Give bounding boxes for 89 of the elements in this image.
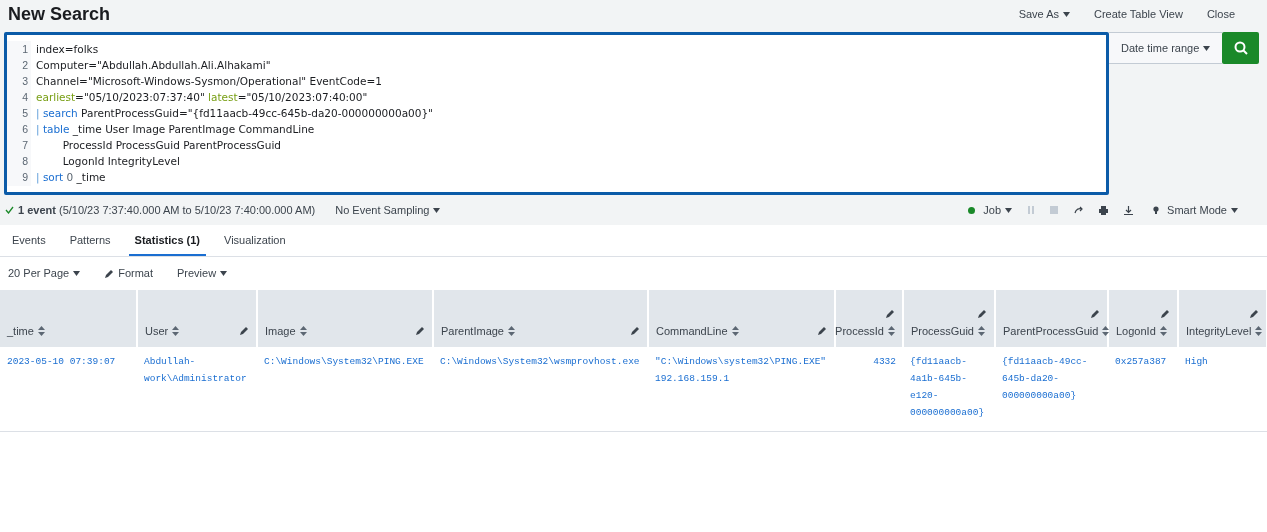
caret-icon [73,271,81,276]
code-line: index=folks [36,42,100,57]
code-line: ProcessId ProcessGuid ParentProcessGuid [61,138,282,153]
column-header[interactable]: ParentProcessGuid [995,290,1108,347]
per-page-dropdown[interactable]: 20 Per Page [8,265,81,282]
search-editor[interactable] [4,32,1109,195]
results-tab[interactable]: Events [6,231,52,256]
line-number: 5 [22,106,28,121]
line-number: 2 [22,58,28,73]
code-line: | table _time User Image ParentImage CommandLine [36,122,316,137]
line-number: 7 [22,138,28,153]
table-cell: 2023-05-10 07:39:07 [0,347,137,432]
download-icon[interactable] [1124,205,1134,215]
sort-icon [172,325,180,336]
column-header[interactable]: LogonId [1108,290,1178,347]
table-cell: {fd11aacb-49cc-645b-da20-000000000a00} [995,347,1108,432]
pencil-icon [415,325,425,336]
code-line: earliest="05/10/2023:07:37:40" latest="05/10/2023:07:40:00" [36,90,369,105]
table-cell: High [1178,347,1267,432]
pencil-icon [1160,308,1170,319]
results-tab[interactable]: Visualization [218,231,292,256]
code-line: | search ParentProcessGuid="{fd11aacb-49cc-645b-da20-000000000a00}" [36,106,433,121]
column-header[interactable]: ProcessId [835,290,903,347]
line-number: 9 [22,170,28,185]
sort-icon [1102,325,1110,336]
header-link[interactable]: Create Table View [1094,5,1183,23]
pencil-icon [239,325,249,336]
pencil-icon [104,268,115,279]
caret-icon [1203,45,1211,51]
caret-icon [1231,207,1238,213]
job-menu[interactable]: Job [968,201,1013,219]
results-tab[interactable]: Statistics (1) [128,231,207,256]
caret-icon [1063,11,1070,17]
column-header[interactable]: IntegrityLevel [1178,290,1267,347]
search-button[interactable] [1222,32,1260,64]
sort-icon [978,325,985,336]
pencil-icon [1090,308,1100,319]
search-icon [1233,41,1248,55]
column-header[interactable]: _time [0,290,137,347]
line-number: 6 [22,122,28,137]
code-line: LogonId IntegrityLevel [61,154,181,169]
sampling-dropdown[interactable]: No Event Sampling [335,201,441,219]
search-mode-dropdown[interactable]: Smart Mode [1153,201,1238,219]
sort-icon [731,325,739,336]
sort-icon [37,325,45,336]
table-cell: {fd11aacb-4a1b-645b-e120-000000000a00} [903,347,995,432]
event-summary: 1 event (5/10/23 7:37:40.000 AM to 5/10/23 7:40:00.000 AM) [18,202,316,218]
table-cell: "C:\Windows\system32\PING.EXE" 192.168.159.1 [648,347,835,432]
line-number: 1 [22,42,28,57]
sort-icon [1255,325,1263,336]
column-header[interactable]: ParentImage [433,290,648,347]
table-cell: Abdullah-work\Administrator [137,347,257,432]
date-range-picker[interactable]: Date time range [1109,32,1223,64]
caret-icon [220,271,228,276]
pencil-icon [630,325,640,336]
caret-icon [1005,207,1013,213]
sort-icon [508,325,515,336]
sort-icon [1159,325,1167,336]
column-header[interactable]: User [137,290,257,347]
print-icon[interactable] [1099,205,1109,215]
check-icon [5,206,14,214]
share-icon[interactable] [1074,206,1084,214]
format-button[interactable]: Format [104,265,153,282]
pencil-icon [977,308,987,319]
sort-icon [888,325,895,336]
table-cell: 4332 [835,347,903,432]
column-header[interactable]: ProcessGuid [903,290,995,347]
line-number: 4 [22,90,28,105]
line-number: 3 [22,74,28,89]
table-cell: C:\Windows\System32\PING.EXE [257,347,433,432]
preview-dropdown[interactable]: Preview [177,265,228,282]
header-link[interactable]: Save As [1018,5,1070,23]
sort-icon [299,325,307,336]
page-title: New Search [8,2,111,26]
column-header[interactable]: CommandLine [648,290,835,347]
column-header[interactable]: Image [257,290,433,347]
pencil-icon [1249,308,1259,319]
code-line: Computer="Abdullah.Abdullah.Ali.Alhakami" [36,58,272,73]
code-line: Channel="Microsoft-Windows-Sysmon/Operational" EventCode=1 [36,74,383,89]
table-cell: 0x257a387 [1108,347,1178,432]
header-link[interactable]: Close [1206,5,1235,23]
pencil-icon [885,308,895,319]
caret-icon [433,207,441,213]
line-number: 8 [22,154,28,169]
bulb-icon [1153,205,1160,215]
pencil-icon [817,325,827,336]
results-tab[interactable]: Patterns [63,231,117,256]
code-line: | sort 0 _time [36,170,107,185]
table-cell: C:\Windows\System32\wsmprovhost.exe [433,347,648,432]
